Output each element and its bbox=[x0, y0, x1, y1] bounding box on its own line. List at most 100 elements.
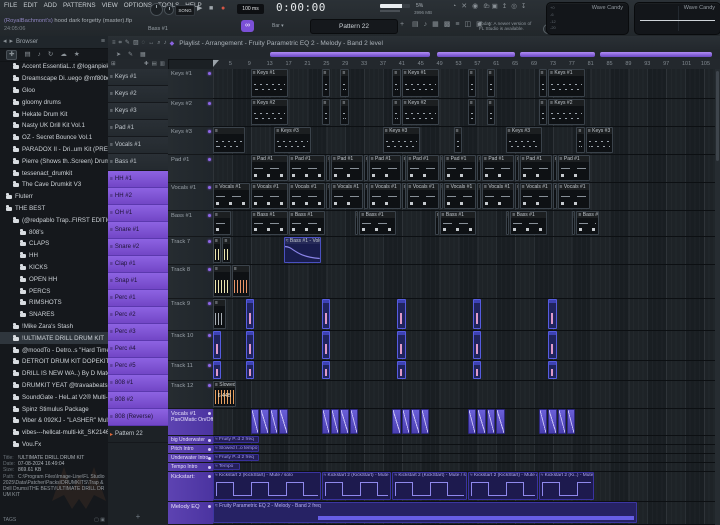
playlist-clip[interactable] bbox=[213, 361, 221, 379]
playlist-clip[interactable] bbox=[322, 331, 330, 359]
add-tab-icon[interactable]: ✚ bbox=[6, 50, 17, 60]
browser-item[interactable]: tessenact_drumkit bbox=[0, 167, 108, 179]
picker-pattern-item[interactable]: ≡Pad #1 bbox=[108, 120, 168, 137]
track-led[interactable] bbox=[208, 130, 211, 133]
playlist-track-lane[interactable]: ≡ Slowed Intro6.44B bbox=[213, 381, 720, 409]
pl-menu-icon[interactable]: ≡ bbox=[112, 38, 116, 48]
playlist-clip[interactable] bbox=[350, 409, 358, 434]
pattern-selector[interactable]: Pattern 22 bbox=[310, 19, 398, 34]
track-header[interactable]: Pad #1 bbox=[168, 155, 213, 183]
time-display[interactable]: 0:00:00 bbox=[276, 1, 326, 14]
playlist-clip[interactable] bbox=[279, 409, 287, 434]
playlist-clip[interactable]: ≡ bbox=[392, 99, 400, 125]
playlist-clip[interactable]: ≡ bbox=[322, 69, 330, 97]
playlist-clip[interactable] bbox=[251, 409, 259, 434]
playlist-clip[interactable]: ≡ Keys #1 bbox=[402, 69, 439, 97]
track-led[interactable] bbox=[208, 302, 211, 305]
playlist-clip[interactable]: ≡ Pad #1 bbox=[331, 155, 363, 181]
playlist-clip[interactable]: ≡ Keys #3 bbox=[383, 127, 420, 153]
playlist-clip[interactable] bbox=[558, 409, 566, 434]
track-led[interactable] bbox=[208, 364, 211, 367]
playlist-scrollbar[interactable] bbox=[715, 69, 720, 525]
playlist-track-lane[interactable]: ≈ Tempo bbox=[213, 463, 720, 472]
playlist-clip[interactable]: ≡ Keys #3 bbox=[586, 127, 613, 153]
playlist-track-lane[interactable]: ≡ Vocals #1≡ Vocals #1≡ Vocals #1≡≡ Voca… bbox=[213, 183, 720, 211]
track-led[interactable] bbox=[208, 102, 211, 105]
playlist-clip[interactable]: ≈ Fruity Parametric EQ 2 - Melody - Band… bbox=[213, 502, 637, 523]
browser-item[interactable]: RIMSHOTS bbox=[0, 297, 108, 309]
playlist-clip[interactable] bbox=[421, 409, 429, 434]
playlist-clip[interactable] bbox=[548, 299, 556, 329]
wave-candy-oscilloscope[interactable]: Wave Candy bbox=[634, 2, 720, 35]
browser-item[interactable]: Spinz Stimulus Package bbox=[0, 403, 108, 415]
playlist-clip[interactable]: ≈ Fruity P..d 2 freq bbox=[213, 454, 259, 461]
playlist-track-lane[interactable]: ≈ Fruity P..d 2 freq bbox=[213, 436, 720, 445]
playlist-clip[interactable]: ≡ Pad #1 bbox=[369, 155, 401, 181]
picker-pattern-item[interactable]: ≡Perc #4 bbox=[108, 341, 168, 358]
browser-item[interactable]: Hekate Drum Kit bbox=[0, 108, 108, 120]
track-led[interactable] bbox=[208, 457, 211, 460]
playlist-clip[interactable]: ≡ bbox=[364, 155, 368, 181]
track-led[interactable] bbox=[208, 214, 211, 217]
playlist-clip[interactable]: ≡ bbox=[213, 299, 226, 329]
browser-item[interactable]: Fluterr bbox=[0, 191, 108, 203]
playlist-clip[interactable] bbox=[397, 331, 405, 359]
files-tab-icon[interactable]: ▤ bbox=[24, 50, 30, 60]
wave-candy-meter[interactable]: +0-6-12-20 Wave Candy bbox=[546, 2, 629, 35]
tag-action-icons[interactable]: ▢ ▣ bbox=[94, 517, 105, 523]
playlist-clip[interactable]: ≡ bbox=[487, 99, 495, 125]
cut-icon[interactable]: ✕ bbox=[461, 2, 467, 12]
playlist-clip[interactable] bbox=[270, 409, 278, 434]
track-header[interactable]: Underwater Intro bbox=[168, 454, 213, 463]
time-marker[interactable] bbox=[437, 52, 515, 57]
playback-tool-icon[interactable]: ♪ bbox=[164, 38, 167, 48]
picker-pattern-item[interactable]: ≡Bass #1 bbox=[108, 154, 168, 171]
picker-current-pattern[interactable]: ▸Pattern 22 bbox=[108, 426, 168, 443]
track-led[interactable] bbox=[208, 412, 211, 415]
playlist-clip[interactable]: ≡ Bass #1 bbox=[289, 211, 326, 235]
playlist-clip[interactable] bbox=[397, 361, 405, 379]
browser-item[interactable]: DETROIT DRUM KIT DOPEKIT bbox=[0, 356, 108, 368]
track-header[interactable]: Keys #2 bbox=[168, 99, 213, 127]
draw-tool-icon[interactable]: ➤ bbox=[116, 51, 121, 58]
playlist-clip[interactable]: ≡ Bass #1 bbox=[440, 211, 477, 235]
mixer-icon[interactable]: ▦ bbox=[432, 20, 439, 30]
snap-selector[interactable]: Bar ▾ bbox=[272, 23, 284, 29]
browser-item[interactable]: DRILL IS NEW WA..) By D Materialz bbox=[0, 368, 108, 380]
playlist-clip[interactable]: ≡ bbox=[440, 155, 444, 181]
pattern-paint-icon[interactable]: ▦ bbox=[140, 51, 146, 58]
picker-view2-icon[interactable]: ▥ bbox=[160, 59, 165, 69]
track-header[interactable]: Track 8 bbox=[168, 265, 213, 299]
track-led[interactable] bbox=[208, 268, 211, 271]
menu-edit[interactable]: EDIT bbox=[23, 2, 37, 9]
playlist-track-lane[interactable]: ≈ Slowed I..o tempo bbox=[213, 445, 720, 454]
track-header[interactable]: Vocals #1 bbox=[168, 183, 213, 211]
playlist-clip[interactable] bbox=[473, 361, 481, 379]
picker-pattern-item[interactable]: ≡HH #1 bbox=[108, 171, 168, 188]
playlist-clip[interactable]: ≡ bbox=[322, 99, 330, 125]
playlist-clip[interactable]: ≡ bbox=[213, 237, 221, 263]
info-icon[interactable]: ◎ bbox=[511, 2, 517, 12]
picker-pattern-item[interactable]: ≡Vocals #1 bbox=[108, 137, 168, 154]
playlist-clip[interactable]: ≈ Kickstart 2 (KickStart) - Mute / solo bbox=[392, 472, 467, 500]
tempo-tap-icon[interactable]: ▣ bbox=[476, 20, 483, 30]
picker-pattern-item[interactable]: ≡808 (Reverse) bbox=[108, 409, 168, 426]
browser-item[interactable]: 808's bbox=[0, 226, 108, 238]
playlist-clip[interactable]: ≡ Keys #2 bbox=[402, 99, 439, 125]
playlist-track-lane[interactable]: ≡≡ Keys #3≡ Keys #3≡≡ Keys #3≡≡ Keys #3 bbox=[213, 127, 720, 155]
playlist-clip[interactable]: ≡ Pad #1 bbox=[520, 155, 552, 181]
playlist-clip[interactable]: ≡ Bass #1 bbox=[576, 211, 599, 235]
browser-item[interactable]: SoundGate - HeL.at V2® Multi-Kit bbox=[0, 391, 108, 403]
playlist-clip[interactable]: ≡ bbox=[364, 183, 368, 209]
playlist-clip[interactable] bbox=[340, 409, 348, 434]
browser-forward-icon[interactable]: ▸ bbox=[10, 37, 14, 47]
picker-pattern-item[interactable]: ≡808 #2 bbox=[108, 392, 168, 409]
save-icon[interactable]: ▣ bbox=[492, 2, 498, 12]
playlist-track-lane[interactable] bbox=[213, 361, 720, 381]
browser-item[interactable]: Accent EssentiaL..t @loganpiekielho bbox=[0, 61, 108, 73]
browser-item[interactable]: CLAPS bbox=[0, 238, 108, 250]
browser-item[interactable]: Gloo bbox=[0, 85, 108, 97]
metronome-icon[interactable]: ◔ bbox=[452, 2, 456, 12]
playlist-clip[interactable] bbox=[548, 409, 556, 434]
picker-pattern-item[interactable]: ≡808 #1 bbox=[108, 375, 168, 392]
